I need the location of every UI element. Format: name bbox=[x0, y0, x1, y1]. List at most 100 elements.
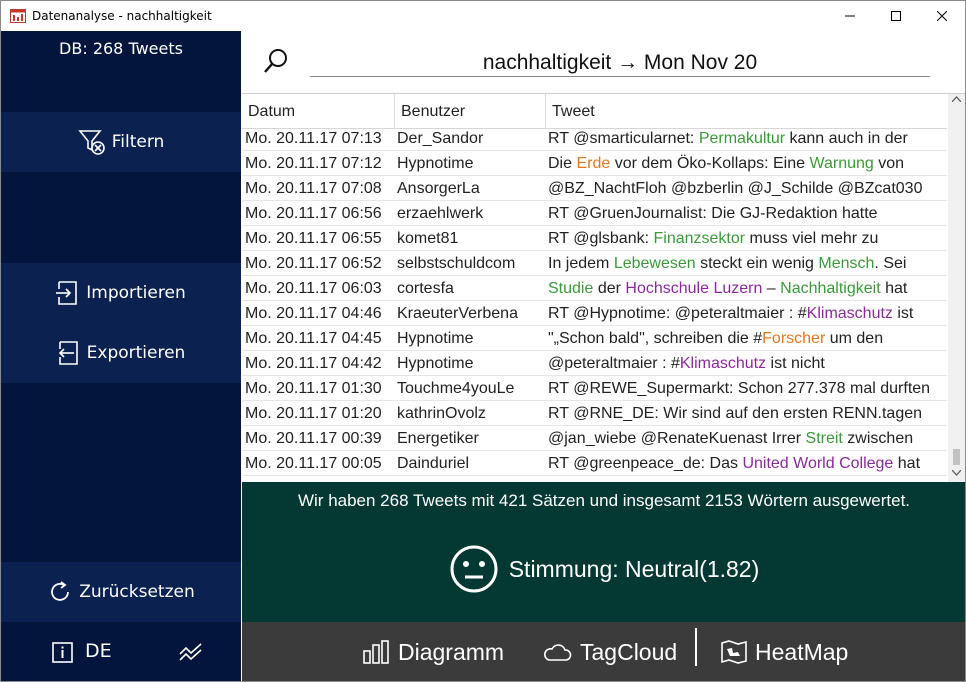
cell-date: Mo. 20.11.17 04:46 bbox=[245, 305, 382, 322]
import-export-group: Importieren Exportieren bbox=[1, 263, 241, 383]
minimize-button[interactable] bbox=[827, 1, 873, 31]
minimize-icon bbox=[845, 15, 855, 17]
table-row[interactable]: Mo. 20.11.17 01:20 kathrinOvolz RT @RNE_DE… bbox=[242, 401, 947, 426]
cell-date: Mo. 20.11.17 01:30 bbox=[245, 380, 382, 397]
table-row[interactable]: Mo. 20.11.17 04:42 Hypnotime @peteraltmaie… bbox=[242, 351, 947, 376]
cell-date: Mo. 20.11.17 06:03 bbox=[245, 280, 382, 297]
info-icon[interactable] bbox=[52, 642, 73, 663]
language-selector[interactable]: DE bbox=[85, 640, 112, 662]
cell-tweet: "„Schon bald", schreiben die #Forscher u… bbox=[548, 326, 946, 351]
diagram-button[interactable]: Diagramm bbox=[362, 622, 504, 681]
tweet-text: @peteraltmaier : # bbox=[548, 355, 680, 372]
tweet-text: RT @smarticularnet: bbox=[548, 130, 699, 147]
bottom-nav: Diagramm TagCloud HeatMap bbox=[242, 622, 965, 681]
cell-tweet: RT @GruenJournalist: Die GJ-Redaktion ha… bbox=[548, 201, 946, 226]
keyword-highlight: Nachhaltigkeit bbox=[780, 280, 881, 297]
cell-user: kathrinOvolz bbox=[397, 405, 486, 422]
tweet-text: RT @greenpeace_de: Das bbox=[548, 455, 743, 472]
import-label: Importieren bbox=[86, 283, 186, 303]
column-header-user[interactable]: Benutzer bbox=[395, 94, 546, 129]
table-row[interactable]: Mo. 20.11.17 07:13 Der_Sandor RT @smarticu… bbox=[242, 129, 947, 151]
cell-user: Hypnotime bbox=[397, 155, 474, 172]
keyword-highlight: Mensch bbox=[818, 255, 875, 272]
keyword-highlight: Lebewesen bbox=[613, 255, 696, 272]
tweet-text: kann auch in der bbox=[785, 130, 908, 147]
cell-date: Mo. 20.11.17 00:39 bbox=[245, 430, 382, 447]
cell-tweet: RT @glsbank: Finanzsektor muss viel mehr… bbox=[548, 226, 946, 251]
scroll-down-icon[interactable] bbox=[952, 470, 961, 476]
table-row[interactable]: Mo. 20.11.17 07:08 AnsorgerLa @BZ_NachtFlo… bbox=[242, 176, 947, 201]
filter-label: Filtern bbox=[111, 132, 165, 152]
cell-user: Der_Sandor bbox=[397, 130, 484, 147]
tweet-text: RT @Hypnotime: @peteraltmaier : # bbox=[548, 305, 807, 322]
cell-user: selbstschuldcom bbox=[397, 255, 516, 272]
tweet-text: RT @glsbank: bbox=[548, 230, 654, 247]
heatmap-button[interactable]: HeatMap bbox=[721, 622, 848, 681]
tweet-text: der bbox=[593, 280, 626, 297]
import-button[interactable]: Importieren bbox=[1, 263, 241, 323]
keyword-highlight: Erde bbox=[576, 155, 611, 172]
table-row[interactable]: Mo. 20.11.17 06:03 cortesfa Studie der Hoc… bbox=[242, 276, 947, 301]
title-bar: Datenanalyse - nachhaltigkeit bbox=[1, 1, 965, 31]
cell-user: Energetiker bbox=[397, 430, 479, 447]
keyword-highlight: Studie bbox=[548, 280, 594, 297]
cloud-icon bbox=[544, 644, 572, 661]
export-icon bbox=[58, 341, 78, 365]
table-row[interactable]: Mo. 20.11.17 04:45 Hypnotime "„Schon bald"… bbox=[242, 326, 947, 351]
tweet-text: ist bbox=[892, 305, 914, 322]
search-icon[interactable] bbox=[262, 47, 290, 75]
tweet-text: . Sei bbox=[874, 255, 907, 272]
tweet-text: RT @REWE_Supermarkt: Schon 277.378 mal d… bbox=[548, 380, 931, 397]
export-label: Exportieren bbox=[86, 343, 186, 363]
mood-indicator: Stimmung: Neutral(1.82) bbox=[242, 544, 965, 594]
table-row[interactable]: Mo. 20.11.17 06:52 selbstschuldcom In jede… bbox=[242, 251, 947, 276]
tweet-table: Datum Benutzer Tweet Mo. 20.11.17 07:13 D… bbox=[242, 93, 965, 483]
cell-tweet: In jedem Lebewesen steckt ein wenig Mens… bbox=[548, 251, 946, 276]
table-row[interactable]: Mo. 20.11.17 06:56 erzaehlwerk RT @GruenJo… bbox=[242, 201, 947, 226]
keyword-highlight: Klimaschutz bbox=[679, 355, 767, 372]
reset-button[interactable]: Zurücksetzen bbox=[1, 562, 241, 622]
scroll-up-icon[interactable] bbox=[952, 96, 961, 102]
search-input[interactable]: nachhaltigkeit → Mon Nov 20 bbox=[310, 51, 930, 75]
table-row[interactable]: Mo. 20.11.17 06:55 komet81 RT @glsbank: Fi… bbox=[242, 226, 947, 251]
cell-tweet: @peteraltmaier : #Klimaschutz ist nicht bbox=[548, 351, 946, 376]
filter-button[interactable]: Filtern bbox=[1, 112, 241, 172]
table-row[interactable]: Mo. 20.11.17 01:30 Touchme4youLe RT @REWE_… bbox=[242, 376, 947, 401]
cell-tweet: RT @REWE_Supermarkt: Schon 277.378 mal d… bbox=[548, 376, 946, 401]
close-button[interactable] bbox=[919, 1, 965, 31]
tagcloud-button[interactable]: TagCloud bbox=[542, 622, 677, 681]
app-icon bbox=[10, 9, 26, 23]
table-row[interactable]: Mo. 20.11.17 04:46 KraeuterVerbena RT @Hyp… bbox=[242, 301, 947, 326]
table-row[interactable]: Mo. 20.11.17 00:05 Dainduriel RT @greenpea… bbox=[242, 451, 947, 476]
cell-tweet: Die Erde vor dem Öko-Kollaps: Eine Warnu… bbox=[548, 151, 946, 176]
db-count: DB: 268 Tweets bbox=[59, 39, 183, 58]
cell-user: erzaehlwerk bbox=[397, 205, 484, 222]
map-icon bbox=[721, 640, 747, 664]
export-button[interactable]: Exportieren bbox=[1, 323, 241, 383]
maximize-button[interactable] bbox=[873, 1, 919, 31]
sidebar-footer: DE bbox=[1, 622, 241, 681]
cell-date: Mo. 20.11.17 04:45 bbox=[245, 330, 382, 347]
table-row[interactable]: Mo. 20.11.17 07:12 Hypnotime Die Erde vor … bbox=[242, 151, 947, 176]
table-body: Mo. 20.11.17 07:13 Der_Sandor RT @smarticu… bbox=[242, 129, 947, 483]
keyword-highlight: Hochschule Luzern bbox=[625, 280, 763, 297]
cell-user: komet81 bbox=[397, 230, 459, 247]
cell-date: Mo. 20.11.17 06:52 bbox=[245, 255, 382, 272]
maximize-icon bbox=[891, 11, 901, 21]
cell-date: Mo. 20.11.17 07:13 bbox=[245, 130, 382, 147]
keyword-highlight: Finanzsektor bbox=[653, 230, 746, 247]
scrollbar-thumb[interactable] bbox=[953, 449, 960, 465]
chart-trend-icon[interactable] bbox=[179, 642, 203, 662]
reset-label: Zurücksetzen bbox=[79, 582, 195, 602]
window-title: Datenanalyse - nachhaltigkeit bbox=[32, 9, 212, 23]
cell-date: Mo. 20.11.17 04:42 bbox=[245, 355, 382, 372]
tweet-text: RT @RNE_DE: Wir sind auf den ersten RENN… bbox=[548, 405, 923, 422]
table-row[interactable]: Mo. 20.11.17 00:39 Energetiker @jan_wiebe … bbox=[242, 426, 947, 451]
column-header-date[interactable]: Datum bbox=[242, 94, 395, 129]
filter-icon bbox=[78, 130, 105, 155]
vertical-scrollbar[interactable] bbox=[948, 94, 965, 483]
cell-user: Dainduriel bbox=[397, 455, 470, 472]
column-header-tweet[interactable]: Tweet bbox=[546, 94, 946, 129]
cell-tweet: Studie der Hochschule Luzern – Nachhalti… bbox=[548, 276, 946, 301]
tweet-text: Die bbox=[548, 155, 577, 172]
